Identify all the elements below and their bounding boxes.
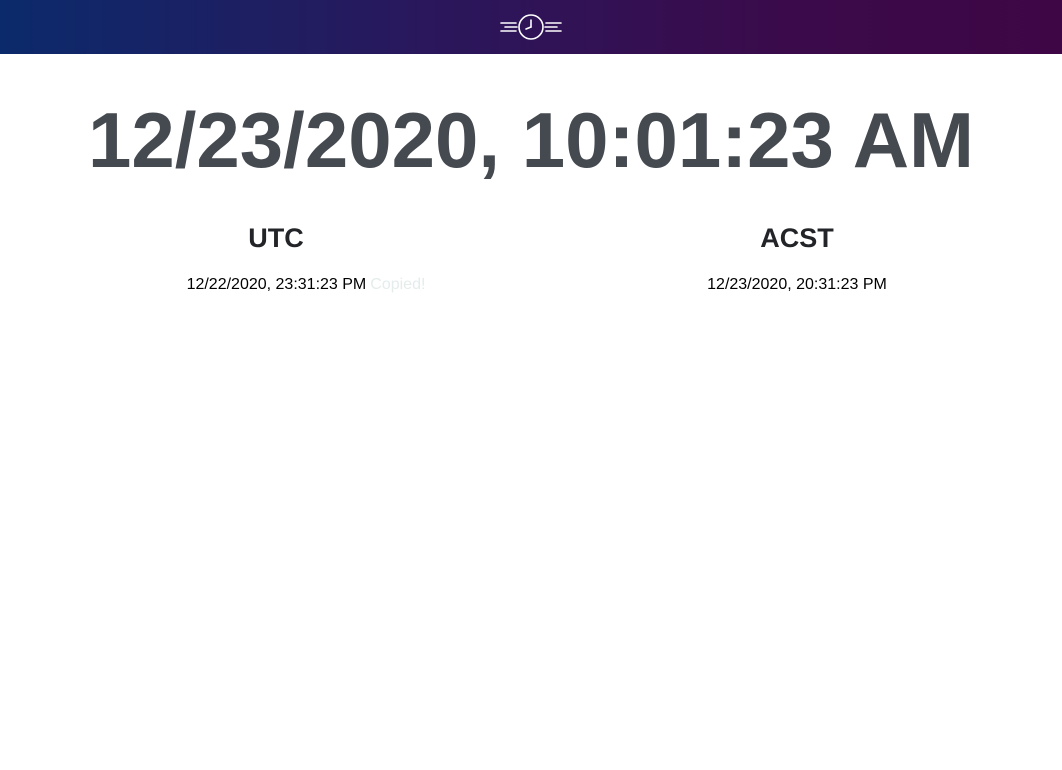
timezone-time[interactable]: 12/22/2020, 23:31:23 PM xyxy=(187,276,367,293)
timezone-card-utc: UTC 12/22/2020, 23:31:23 PM Copied! xyxy=(16,218,536,295)
timezone-name: UTC xyxy=(248,223,304,253)
app-header xyxy=(0,0,1062,54)
timezone-time[interactable]: 12/23/2020, 20:31:23 PM xyxy=(707,276,887,293)
timezone-card-acst: ACST 12/23/2020, 20:31:23 PM xyxy=(537,218,1057,295)
local-time-display: 12/23/2020, 10:01:23 AM xyxy=(87,96,975,184)
timezone-time-row: 12/23/2020, 20:31:23 PM xyxy=(537,275,1057,295)
clock-speed-icon[interactable] xyxy=(499,12,563,42)
copied-message: Copied! xyxy=(370,276,426,293)
timezone-name: ACST xyxy=(760,223,834,253)
timezone-time-row: 12/22/2020, 23:31:23 PM Copied! xyxy=(16,275,536,295)
